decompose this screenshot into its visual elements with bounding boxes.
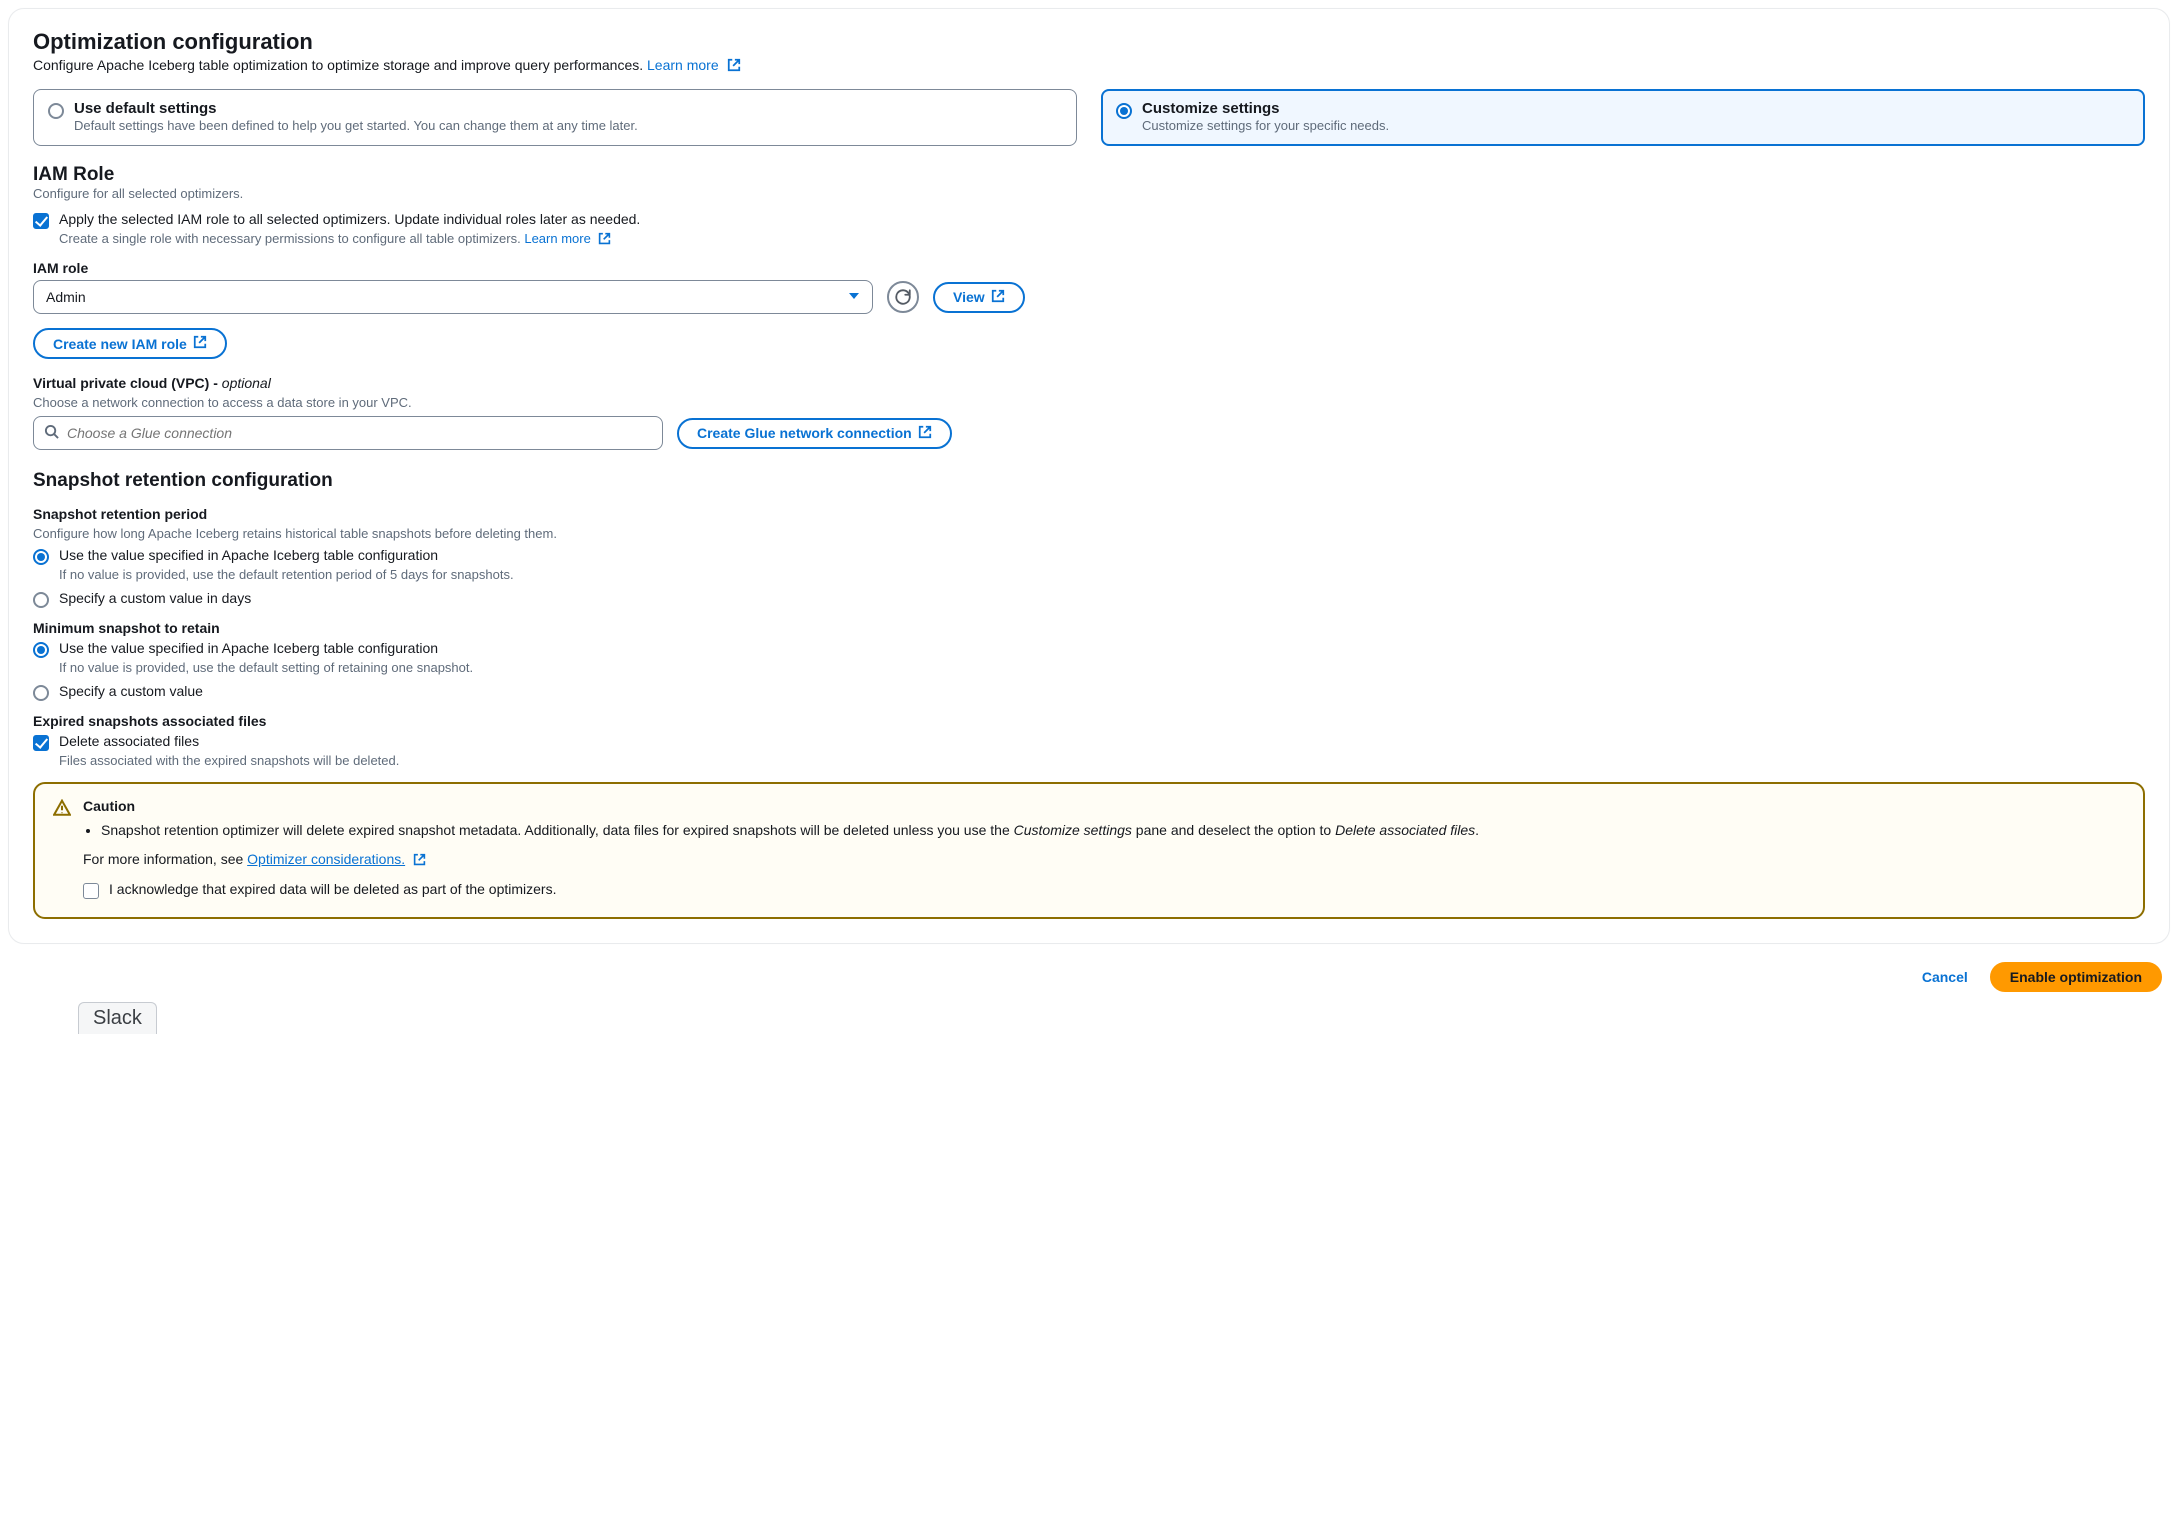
external-link-icon — [413, 853, 426, 869]
delete-files-sub: Files associated with the expired snapsh… — [59, 753, 2145, 768]
external-link-icon — [991, 289, 1005, 306]
external-link-icon — [918, 425, 932, 442]
caution-alert: Caution Snapshot retention optimizer wil… — [33, 782, 2145, 919]
page-desc: Configure Apache Iceberg table optimizat… — [33, 57, 2145, 75]
optimizer-considerations-link[interactable]: Optimizer considerations. — [247, 851, 405, 867]
min-snapshot-option-custom[interactable]: Specify a custom value — [33, 683, 2145, 701]
tile-title: Use default settings — [74, 100, 638, 117]
tile-customize-settings[interactable]: Customize settings Customize settings fo… — [1101, 89, 2145, 146]
external-link-icon — [193, 335, 207, 352]
retention-period-option-custom[interactable]: Specify a custom value in days — [33, 590, 2145, 608]
settings-mode-tiles: Use default settings Default settings ha… — [33, 89, 2145, 146]
retention-period-desc: Configure how long Apache Iceberg retain… — [33, 526, 2145, 541]
retention-period-group: Use the value specified in Apache Iceber… — [33, 547, 2145, 608]
caret-down-icon — [848, 289, 860, 305]
iam-learn-more-link[interactable]: Learn more — [524, 231, 611, 246]
iam-subdesc: Configure for all selected optimizers. — [33, 186, 2145, 201]
search-icon — [44, 424, 59, 442]
create-glue-connection-button[interactable]: Create Glue network connection — [677, 418, 952, 449]
radio-icon — [48, 103, 64, 119]
apply-iam-checkbox[interactable] — [33, 213, 49, 229]
min-snapshot-option-sub: If no value is provided, use the default… — [59, 660, 2145, 675]
optimization-panel: Optimization configuration Configure Apa… — [8, 8, 2170, 944]
tile-default-settings[interactable]: Use default settings Default settings ha… — [33, 89, 1077, 146]
radio-icon — [33, 549, 49, 565]
acknowledge-label: I acknowledge that expired data will be … — [109, 881, 556, 897]
create-iam-role-button[interactable]: Create new IAM role — [33, 328, 227, 359]
enable-optimization-button[interactable]: Enable optimization — [1990, 962, 2162, 992]
tile-sub: Customize settings for your specific nee… — [1142, 118, 1389, 133]
apply-iam-sub: Create a single role with necessary perm… — [59, 231, 2145, 248]
vpc-connection-input[interactable] — [67, 425, 652, 441]
acknowledge-checkbox[interactable] — [83, 883, 99, 899]
view-role-button[interactable]: View — [933, 282, 1025, 313]
retention-period-option-default[interactable]: Use the value specified in Apache Iceber… — [33, 547, 2145, 565]
delete-files-checkbox[interactable] — [33, 735, 49, 751]
snapshot-heading: Snapshot retention configuration — [33, 470, 2145, 492]
retention-period-option-sub: If no value is provided, use the default… — [59, 567, 2145, 582]
tile-sub: Default settings have been defined to he… — [74, 118, 638, 133]
delete-files-label: Delete associated files — [59, 733, 199, 749]
footer-actions: Cancel Enable optimization — [8, 944, 2170, 998]
vpc-connection-input-wrap[interactable] — [33, 416, 663, 450]
apply-iam-label: Apply the selected IAM role to all selec… — [59, 211, 640, 227]
alert-bullet: Snapshot retention optimizer will delete… — [101, 820, 2125, 841]
external-link-icon — [598, 232, 611, 248]
expired-files-label: Expired snapshots associated files — [33, 713, 2145, 729]
min-snapshot-label: Minimum snapshot to retain — [33, 620, 2145, 636]
warning-icon — [53, 799, 71, 901]
min-snapshot-option-default[interactable]: Use the value specified in Apache Iceber… — [33, 640, 2145, 658]
iam-role-value: Admin — [46, 289, 86, 305]
radio-icon — [33, 592, 49, 608]
iam-role-select[interactable]: Admin — [33, 280, 873, 314]
alert-title: Caution — [83, 798, 2125, 814]
external-link-icon — [727, 58, 741, 75]
vpc-desc: Choose a network connection to access a … — [33, 395, 2145, 410]
page-title: Optimization configuration — [33, 29, 2145, 55]
slack-stub: Slack — [78, 1002, 157, 1034]
radio-icon — [33, 685, 49, 701]
refresh-button[interactable] — [887, 281, 919, 313]
iam-role-label: IAM role — [33, 260, 2145, 276]
min-snapshot-group: Use the value specified in Apache Iceber… — [33, 640, 2145, 701]
alert-info: For more information, see Optimizer cons… — [83, 851, 2125, 869]
retention-period-label: Snapshot retention period — [33, 506, 2145, 522]
iam-heading: IAM Role — [33, 164, 2145, 186]
radio-icon — [1116, 103, 1132, 119]
cancel-button[interactable]: Cancel — [1910, 962, 1980, 992]
learn-more-link[interactable]: Learn more — [647, 57, 740, 73]
vpc-label: Virtual private cloud (VPC) - optional — [33, 375, 2145, 391]
radio-icon — [33, 642, 49, 658]
tile-title: Customize settings — [1142, 100, 1389, 117]
